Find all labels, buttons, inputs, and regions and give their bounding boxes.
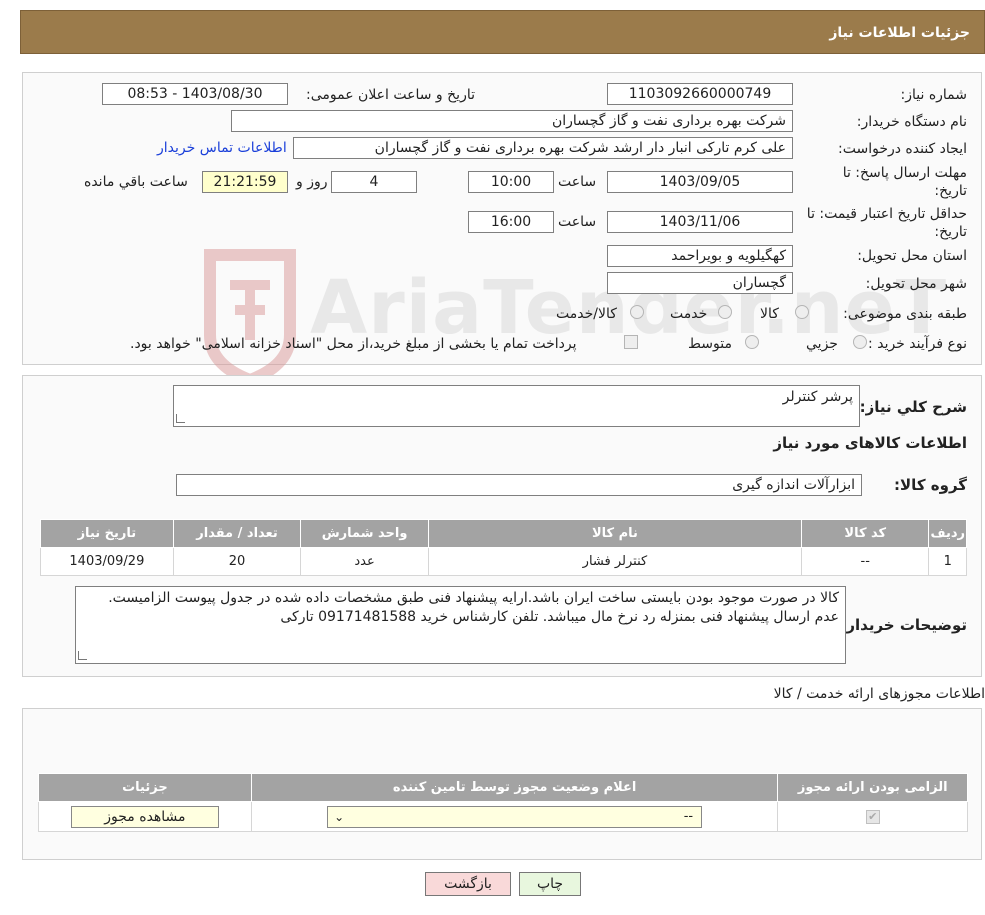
- category-option-service: خدمت: [670, 306, 708, 322]
- city-field: گچساران: [607, 272, 793, 294]
- city-label: شهر محل تحویل:: [865, 276, 967, 292]
- deadline-time-label: ساعت: [558, 174, 597, 190]
- category-radio-goods-service[interactable]: [630, 305, 644, 319]
- days-field: 4: [331, 171, 417, 193]
- license-required-checkbox[interactable]: ✔: [865, 810, 880, 824]
- resize-handle-icon[interactable]: [176, 414, 185, 423]
- process-radio-medium[interactable]: [745, 335, 759, 349]
- process-option-medium: متوسط: [688, 336, 732, 352]
- buyer-label: نام دستگاه خریدار:: [856, 114, 967, 130]
- chevron-down-icon: ⌄: [334, 809, 345, 824]
- validity-label: حداقل تاریخ اعتبار قیمت: تا: [806, 206, 967, 222]
- view-license-button[interactable]: مشاهده مجوز: [70, 805, 219, 828]
- licenses-title: اطلاعات مجوزهای ارائه خدمت / کالا: [773, 686, 985, 702]
- province-field: کهگیلویه و بویراحمد: [607, 245, 793, 267]
- cell-license-details: مشاهده مجوز: [38, 801, 252, 832]
- buyer-field: شرکت بهره برداری نفت و گاز گچساران: [231, 110, 793, 132]
- cell-license-required: ✔: [777, 801, 968, 832]
- need-number-field: 1103092660000749: [607, 83, 793, 105]
- license-status-value: --: [683, 808, 694, 824]
- category-radio-goods[interactable]: [795, 305, 809, 319]
- creator-field: علی کرم تارکی انبار دار ارشد شرکت بهره ب…: [293, 137, 793, 159]
- col-unit: واحد شمارش: [300, 519, 429, 548]
- summary-field: پرشر کنترلر: [173, 385, 860, 427]
- payment-note: پرداخت تمام یا بخشی از مبلغ خرید،از محل …: [130, 336, 577, 352]
- province-label: استان محل تحویل:: [857, 248, 967, 264]
- days-label: روز و: [296, 174, 328, 190]
- col-license-details: جزئیات: [38, 773, 252, 802]
- cell-name: کنترلر فشار: [427, 547, 803, 576]
- back-button[interactable]: بازگشت: [425, 872, 511, 896]
- goods-section-title: اطلاعات کالاهای مورد نیاز: [773, 434, 967, 452]
- cell-date: 1403/09/29: [40, 547, 174, 576]
- process-option-minor: جزیي: [806, 336, 838, 352]
- validity-date-field: 1403/11/06: [607, 211, 793, 233]
- validity-time-label: ساعت: [558, 214, 597, 230]
- col-license-required: الزامی بودن ارائه مجوز: [777, 773, 968, 802]
- process-radio-minor[interactable]: [853, 335, 867, 349]
- items-table: رديف کد کالا نام کالا واحد شمارش تعداد /…: [40, 519, 967, 576]
- resize-handle-icon[interactable]: [78, 651, 87, 660]
- validity-time-field: 16:00: [468, 211, 554, 233]
- announce-label: تاریخ و ساعت اعلان عمومی:: [306, 87, 475, 103]
- validity-label-date: تاریخ:: [934, 224, 967, 240]
- table-row: ✔ -- ⌄ مشاهده مجوز: [38, 801, 968, 832]
- deadline-time-field: 10:00: [468, 171, 554, 193]
- cell-qty: 20: [172, 547, 302, 576]
- table-row: 1 -- کنترلر فشار عدد 20 1403/09/29: [40, 547, 967, 576]
- category-option-goods: کالا: [760, 306, 779, 322]
- licenses-table: الزامی بودن ارائه مجوز اعلام وضعیت مجوز …: [38, 773, 968, 832]
- need-number-label: شماره نیاز:: [900, 87, 968, 103]
- summary-text: پرشر کنترلر: [782, 389, 853, 405]
- page-title: جزئیات اطلاعات نیاز: [829, 25, 970, 41]
- col-qty: تعداد / مقدار: [172, 519, 302, 548]
- page-header: جزئیات اطلاعات نیاز: [20, 10, 985, 54]
- creator-label: ایجاد کننده درخواست:: [838, 141, 967, 157]
- col-date: تاریخ نیاز: [40, 519, 174, 548]
- buyer-notes-label: توضیحات خریدار:: [840, 616, 967, 634]
- cell-license-status: -- ⌄: [250, 801, 779, 832]
- col-code: کد کالا: [801, 519, 930, 548]
- goods-group-field: ابزارآلات اندازه گیری: [176, 474, 862, 496]
- deadline-label-date: تاریخ:: [934, 183, 967, 199]
- watermark-logo-icon: [204, 249, 296, 387]
- col-name: نام کالا: [427, 519, 803, 548]
- items-table-header: رديف کد کالا نام کالا واحد شمارش تعداد /…: [40, 519, 967, 548]
- remaining-time-field: 21:21:59: [202, 171, 288, 193]
- col-row: رديف: [928, 519, 967, 548]
- cell-row: 1: [928, 547, 967, 576]
- summary-label: شرح كلي نياز:: [859, 398, 967, 416]
- announce-field: 1403/08/30 - 08:53: [102, 83, 288, 105]
- deadline-date-field: 1403/09/05: [607, 171, 793, 193]
- treasury-checkbox[interactable]: [624, 335, 638, 349]
- goods-group-label: گروه کالا:: [894, 476, 967, 494]
- print-button[interactable]: چاپ: [519, 872, 581, 896]
- category-radio-service[interactable]: [718, 305, 732, 319]
- col-license-status: اعلام وضعیت مجوز توسط تامین کننده: [250, 773, 779, 802]
- buyer-notes-text: کالا در صورت موجود بودن بایستی ساخت ایرا…: [108, 590, 839, 625]
- license-status-select[interactable]: -- ⌄: [327, 805, 703, 828]
- process-label: نوع فرآیند خرید :: [868, 336, 967, 352]
- category-label: طبقه بندی موضوعی:: [843, 306, 967, 322]
- remaining-label: ساعت باقي مانده: [84, 174, 188, 190]
- cell-unit: عدد: [300, 547, 429, 576]
- category-option-goods-service: کالا/خدمت: [556, 306, 617, 322]
- deadline-label: مهلت ارسال پاسخ: تا: [842, 165, 967, 181]
- buyer-contact-link[interactable]: اطلاعات تماس خریدار: [157, 140, 287, 156]
- cell-code: --: [801, 547, 930, 576]
- licenses-table-header: الزامی بودن ارائه مجوز اعلام وضعیت مجوز …: [38, 773, 968, 802]
- buyer-notes-field: کالا در صورت موجود بودن بایستی ساخت ایرا…: [75, 586, 846, 664]
